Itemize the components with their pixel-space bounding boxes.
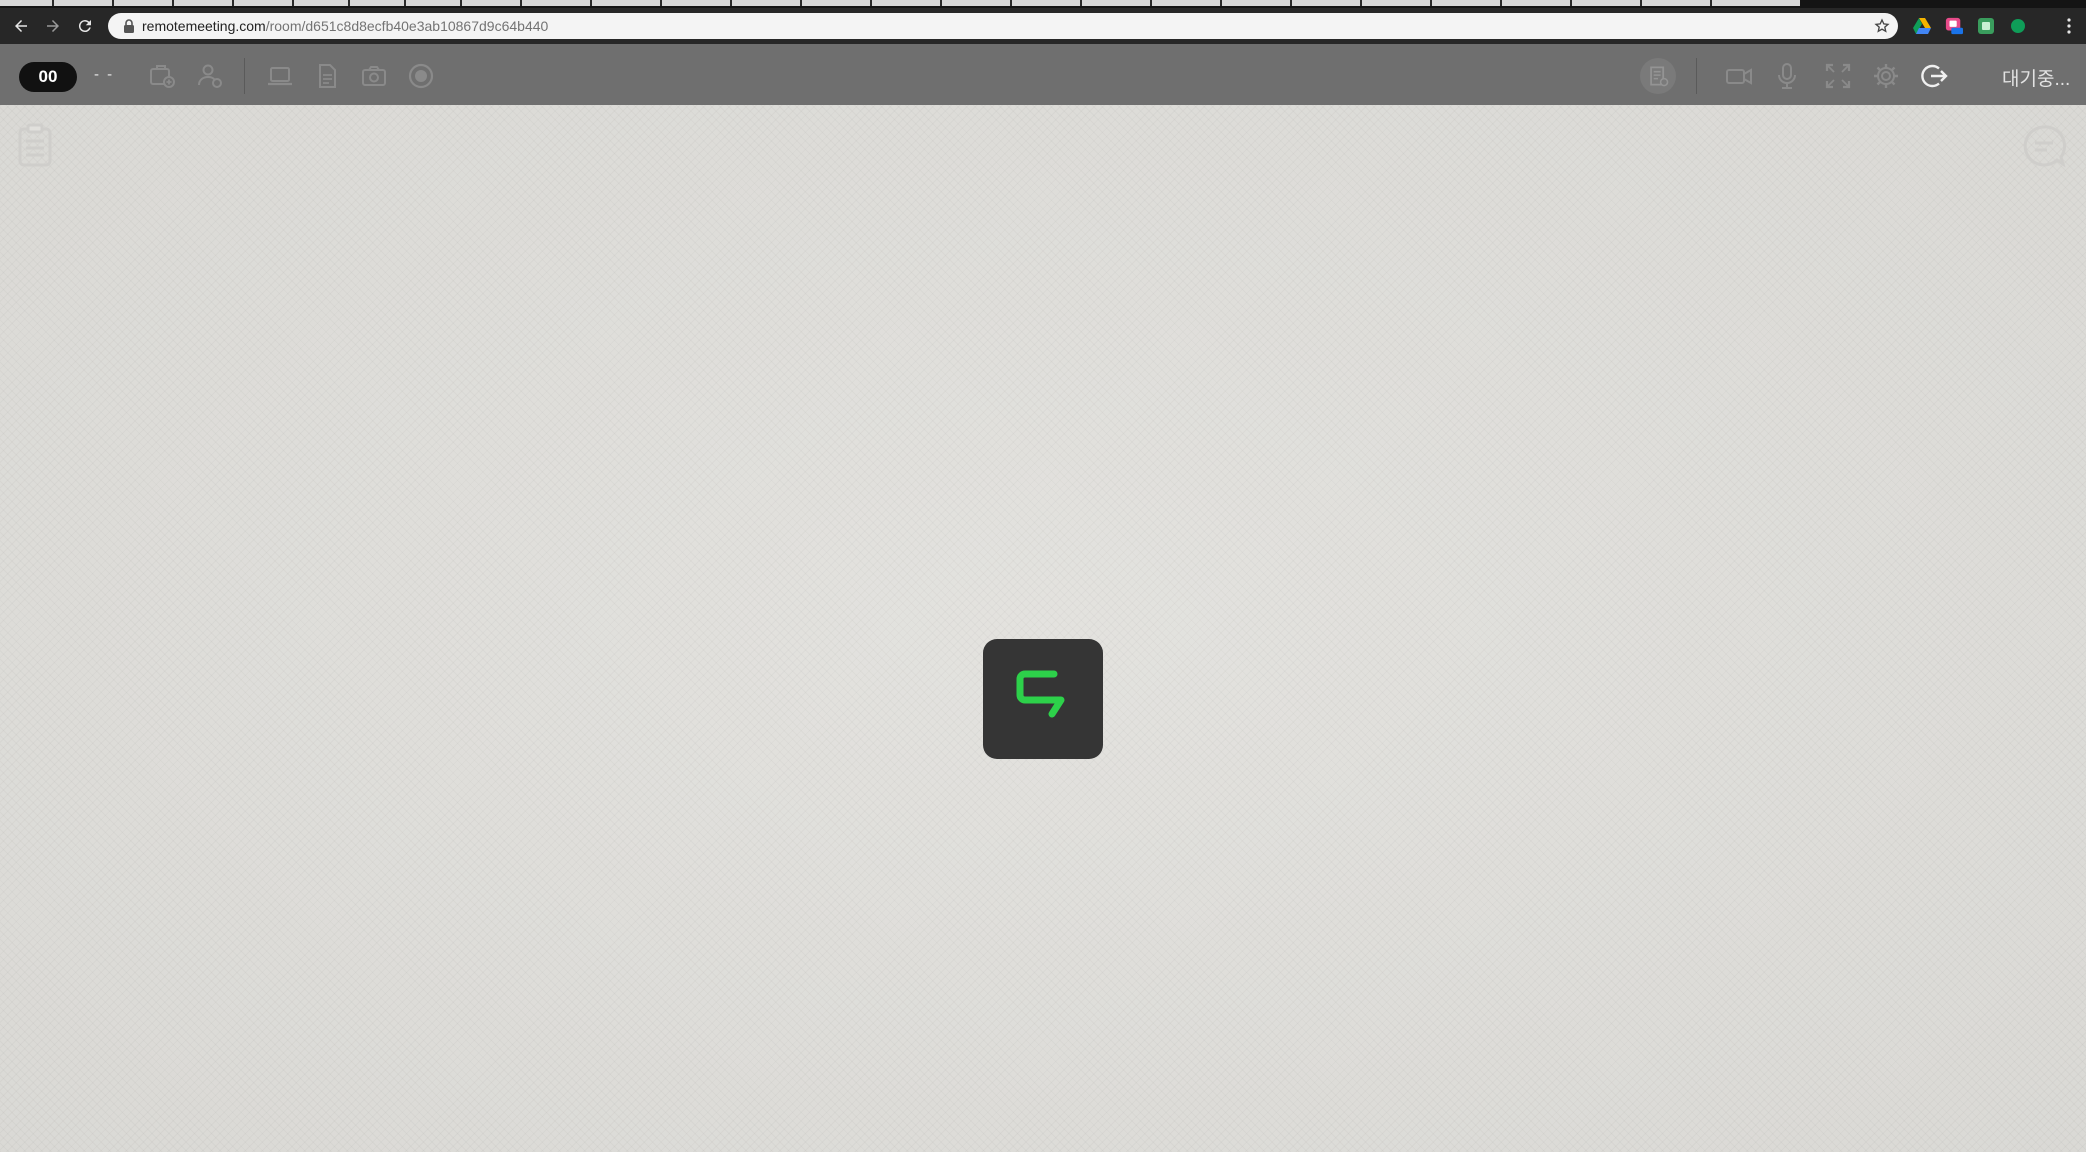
tab-separator — [1710, 0, 1712, 6]
url-path: /room/d651c8d8ecfb40e3ab10867d9c64b440 — [265, 18, 549, 34]
tab-separator — [1010, 0, 1012, 6]
tab-separator — [1640, 0, 1642, 6]
tab-separator — [1430, 0, 1432, 6]
participant-count-badge[interactable]: 00 — [19, 62, 77, 92]
snapshot-button[interactable] — [358, 60, 390, 92]
tab-separator — [52, 0, 54, 6]
room-name: - - — [94, 66, 115, 83]
new-extension-icon[interactable] — [1945, 17, 1963, 35]
tab-separator — [940, 0, 942, 6]
meeting-minutes-button[interactable] — [1640, 58, 1676, 94]
tab-separator — [870, 0, 872, 6]
meeting-stage — [0, 105, 2086, 1152]
tab-separator — [232, 0, 234, 6]
star-icon[interactable] — [1872, 16, 1892, 36]
remotemeeting-logo — [983, 639, 1103, 759]
file-button[interactable] — [311, 60, 343, 92]
settings-button[interactable] — [1870, 60, 1902, 92]
green-circle-extension-icon[interactable] — [2009, 17, 2027, 35]
chat-panel-button[interactable] — [2021, 123, 2067, 169]
tab-separator — [1290, 0, 1292, 6]
tab-separator — [1150, 0, 1152, 6]
exit-button[interactable] — [1918, 60, 1950, 92]
add-document-button[interactable] — [146, 60, 178, 92]
chat-panel-icon — [2023, 125, 2067, 168]
notes-panel-button[interactable] — [12, 123, 58, 169]
tab-separator — [1220, 0, 1222, 6]
forward-button[interactable] — [38, 8, 68, 44]
microphone-icon — [1778, 63, 1796, 89]
connection-status: 대기중... — [2002, 69, 2071, 90]
meeting-toolbar: 00 - - 대기중... — [0, 44, 2086, 105]
tab-separator — [348, 0, 350, 6]
settings-gear-icon — [1874, 64, 1898, 88]
share-user-icon — [198, 64, 222, 88]
logo-mark-icon — [1016, 670, 1065, 718]
tab-separator — [404, 0, 406, 6]
kebab-menu-icon[interactable] — [2060, 17, 2078, 35]
url-text: remotemeeting.com/room/d651c8d8ecfb40e3a… — [142, 18, 548, 34]
file-icon — [319, 64, 336, 88]
fullscreen-button[interactable] — [1822, 60, 1854, 92]
camera-icon — [362, 66, 386, 86]
tab-separator — [520, 0, 522, 6]
screen-share-button[interactable] — [264, 60, 296, 92]
record-icon — [408, 63, 434, 89]
video-toggle-button[interactable] — [1723, 60, 1755, 92]
meeting-minutes-icon — [1650, 66, 1669, 87]
tab-separator — [1080, 0, 1082, 6]
tab-separator — [172, 0, 174, 6]
toolbar-separator — [1696, 58, 1697, 94]
record-button[interactable] — [405, 60, 437, 92]
fullscreen-icon — [1825, 63, 1851, 89]
green-extension-icon[interactable] — [1977, 17, 1995, 35]
tab-separator — [660, 0, 662, 6]
exit-icon — [1921, 64, 1948, 88]
tab-separator — [590, 0, 592, 6]
browser-tabs[interactable] — [0, 0, 1800, 6]
tab-separator — [730, 0, 732, 6]
browser-tab-strip — [0, 0, 2086, 8]
tab-separator — [292, 0, 294, 6]
tab-separator — [1500, 0, 1502, 6]
microphone-toggle-button[interactable] — [1771, 60, 1803, 92]
tab-separator — [1360, 0, 1362, 6]
browser-toolbar: remotemeeting.com/room/d651c8d8ecfb40e3a… — [0, 8, 2086, 44]
tab-separator — [1570, 0, 1572, 6]
share-user-button[interactable] — [194, 60, 226, 92]
tab-separator — [800, 0, 802, 6]
tab-separator — [460, 0, 462, 6]
address-bar[interactable]: remotemeeting.com/room/d651c8d8ecfb40e3a… — [108, 13, 1898, 39]
back-button[interactable] — [6, 8, 36, 44]
add-document-icon — [150, 65, 175, 88]
forward-arrow-icon — [47, 20, 59, 32]
toolbar-separator — [244, 58, 245, 94]
back-arrow-icon — [15, 20, 27, 32]
reload-button[interactable] — [70, 8, 100, 44]
tab-separator — [112, 0, 114, 6]
lock-icon — [116, 19, 142, 33]
screen-share-icon — [268, 67, 292, 86]
url-host: remotemeeting.com — [142, 18, 266, 34]
google-drive-icon[interactable] — [1913, 17, 1931, 35]
notes-panel-icon — [18, 123, 52, 167]
video-camera-icon — [1726, 68, 1752, 85]
reload-icon — [78, 20, 91, 33]
